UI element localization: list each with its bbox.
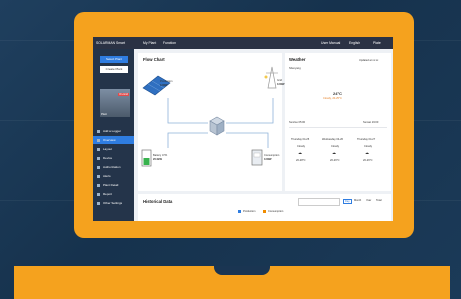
layout-icon: [97, 147, 100, 151]
cloud-icon: ☁: [298, 150, 302, 155]
inverter-icon: [209, 116, 225, 136]
legend-production[interactable]: Production: [243, 210, 255, 213]
key-icon: [97, 165, 100, 169]
forecast-day-range: 20-26°C: [363, 159, 373, 162]
production-value: 3.00W: [160, 84, 168, 87]
forecast-day-name: Wednesday 04-26: [322, 138, 344, 141]
language-select[interactable]: English: [349, 41, 360, 45]
legend-swatch-production: [238, 210, 241, 213]
nav-function[interactable]: Function: [163, 41, 176, 45]
battery-label: Battery 47%: [153, 154, 168, 157]
flow-chart-panel: Flow Chart Production 3.00W Grid 0.00W B…: [138, 53, 285, 191]
top-bar: SOLARMAN Smart My Plant Function User Ma…: [93, 37, 393, 49]
weather-title: Weather: [289, 57, 306, 62]
cloud-icon: ☁: [332, 150, 336, 155]
brand-logo[interactable]: SOLARMAN Smart: [96, 41, 125, 45]
divider: [289, 127, 387, 128]
production-label: Production: [160, 80, 173, 83]
sunrise-time: Sunrise 05:00: [289, 121, 306, 124]
report-icon: [97, 192, 100, 196]
forecast-day-name: Thursday 04-27: [357, 138, 376, 141]
info-icon: [97, 183, 100, 187]
gear-icon: [97, 201, 100, 205]
sidebar-item-authorization[interactable]: Authorization: [93, 163, 134, 171]
range-year-button[interactable]: Year: [366, 199, 371, 202]
plant-thumbnail[interactable]: On-Grid Plant: [100, 89, 130, 117]
date-picker[interactable]: [298, 198, 340, 206]
range-day-button[interactable]: Day: [343, 199, 352, 204]
forecast-day-desc: Cloudy: [364, 145, 373, 148]
flow-diagram: [141, 66, 278, 167]
laptop-screen: SOLARMAN Smart My Plant Function User Ma…: [93, 37, 393, 221]
nav-my-plant[interactable]: My Plant: [143, 41, 156, 45]
forecast-day-range: 20-26°C: [330, 159, 340, 162]
consumption-meter-icon: [251, 149, 263, 166]
weather-city: Shenyang: [289, 67, 301, 70]
historical-data-panel: Historical Data Production Consumption D…: [138, 194, 391, 221]
consumption-label: Consumption: [264, 154, 280, 157]
historical-data-title: Historical Data: [143, 199, 173, 204]
battery-value: 20.0kW: [153, 158, 162, 161]
overview-icon: [97, 138, 100, 142]
select-plant-button[interactable]: Select Plant: [100, 56, 128, 63]
current-temperature: 24°C: [333, 91, 342, 96]
cloud-icon: ☁: [365, 150, 369, 155]
grid-label: Grid: [277, 79, 282, 82]
plus-icon: [97, 129, 100, 133]
user-manual-link[interactable]: User Manual: [321, 41, 340, 45]
grid-value: 0.00W: [277, 83, 285, 86]
sidebar-item-report[interactable]: Report: [93, 190, 134, 198]
create-plant-button[interactable]: Create Plant: [100, 66, 128, 73]
legend-swatch-consumption: [263, 210, 266, 213]
sidebar-item-plant-detail[interactable]: Plant Detail: [93, 181, 134, 189]
forecast-day-desc: Cloudy: [331, 145, 340, 148]
bell-icon: [97, 174, 100, 178]
consumption-value: 0.00W: [264, 158, 272, 161]
plant-name: Plant: [101, 113, 107, 116]
weather-condition: Cloudy, 20-25°C: [323, 97, 342, 100]
forecast-day-name: Thursday 04-25: [291, 138, 310, 141]
laptop-notch: [214, 266, 270, 275]
sidebar-item-layout[interactable]: Layout: [93, 145, 134, 153]
sidebar-item-other-settings[interactable]: Other Settings: [93, 199, 134, 207]
sidebar-item-add-logger[interactable]: Add a Logger: [93, 127, 134, 135]
legend-consumption[interactable]: Consumption: [268, 210, 283, 213]
device-icon: [97, 156, 100, 160]
weather-updated: Updated at xx:xx: [359, 59, 379, 62]
sunset-time: Sunset 19:00: [363, 121, 379, 124]
sidebar: Select Plant Create Plant On-Grid Plant …: [93, 49, 134, 221]
battery-icon: [141, 149, 152, 167]
sidebar-item-overview[interactable]: Overview: [93, 136, 134, 144]
range-total-button[interactable]: Total: [376, 199, 381, 202]
sidebar-item-device[interactable]: Device: [93, 154, 134, 162]
user-menu[interactable]: Plate: [373, 41, 381, 45]
sidebar-item-alerts[interactable]: Alerts: [93, 172, 134, 180]
forecast-day-desc: Cloudy: [297, 145, 306, 148]
plant-status-badge: On-Grid: [118, 93, 129, 96]
forecast-day-range: 20-28°C: [296, 159, 306, 162]
grid-tower-icon: [264, 66, 278, 89]
range-month-button[interactable]: Month: [354, 199, 361, 202]
weather-panel: Weather Updated at xx:xx Shenyang 24°C C…: [285, 53, 391, 191]
